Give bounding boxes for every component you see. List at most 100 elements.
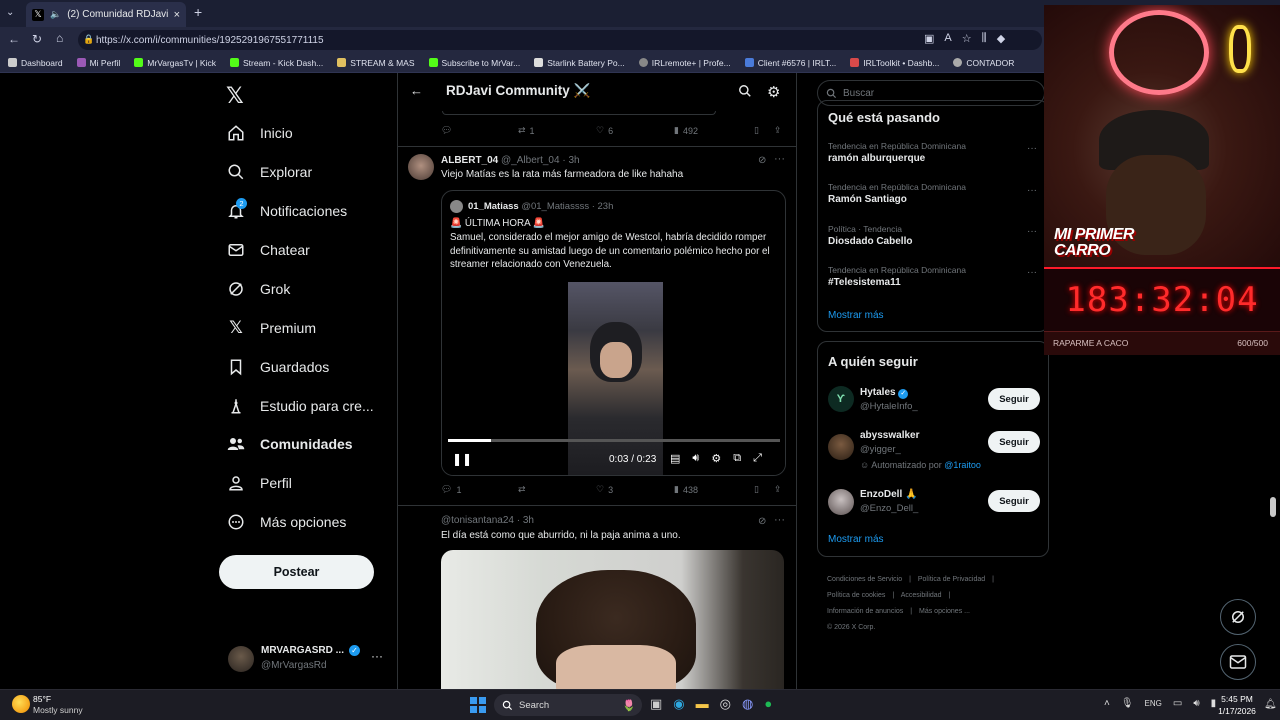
more-icon[interactable]: ···: [1027, 143, 1037, 154]
footer-link[interactable]: Información de anuncios: [827, 608, 903, 615]
pause-icon[interactable]: ❚❚: [452, 452, 472, 466]
nav-mas-opciones[interactable]: Más opciones: [226, 512, 346, 532]
search-icon[interactable]: [738, 84, 752, 98]
bookmark-item[interactable]: MrVargasTv | Kick: [134, 58, 216, 68]
file-explorer-icon[interactable]: ▬: [696, 696, 709, 712]
share-action[interactable]: ⇪: [774, 125, 782, 136]
show-more-link[interactable]: Mostrar más: [828, 310, 884, 321]
follow-button[interactable]: Seguir: [988, 431, 1040, 453]
views-action[interactable]: ▮ 438: [674, 484, 698, 495]
follow-name[interactable]: Hytales ✓: [860, 387, 909, 399]
read-aloud-icon[interactable]: ▣: [924, 32, 934, 45]
author-name[interactable]: ALBERT_04: [441, 155, 498, 166]
task-view-icon[interactable]: ▣: [650, 696, 662, 712]
microphone-icon[interactable]: 🎙︎: [1121, 698, 1134, 709]
reply-action[interactable]: 💬︎ 1: [441, 484, 461, 495]
url-field[interactable]: 🔒 https://x.com/i/communities/1925291967…: [78, 30, 1042, 50]
footer-link[interactable]: Política de cookies: [827, 592, 885, 599]
avatar[interactable]: [408, 154, 434, 180]
favorite-star-icon[interactable]: ☆: [962, 32, 972, 45]
repost-action[interactable]: ⇄: [518, 484, 530, 495]
nav-comunidades[interactable]: Comunidades: [226, 434, 353, 454]
avatar[interactable]: [828, 434, 854, 460]
back-arrow-icon[interactable]: ←: [410, 83, 423, 98]
mute-icon[interactable]: 🔈: [50, 9, 61, 20]
trend-item[interactable]: Tendencia en República Dominicana ramón …: [828, 141, 1043, 164]
refresh-icon[interactable]: ↻: [32, 32, 42, 46]
bookmark-item[interactable]: IRLremote+ | Profe...: [638, 58, 731, 68]
nav-notificaciones[interactable]: 2 Notificaciones: [226, 198, 347, 221]
bookmark-item[interactable]: Client #6576 | IRLT...: [744, 58, 836, 68]
discord-icon[interactable]: ◍: [742, 696, 753, 712]
footer-link[interactable]: Más opciones ...: [919, 608, 970, 615]
author-handle[interactable]: @tonisantana24: [441, 515, 514, 526]
translate-icon[interactable]: A: [944, 32, 951, 45]
follow-button[interactable]: Seguir: [988, 388, 1040, 410]
grok-icon[interactable]: ⊘: [758, 516, 766, 527]
more-icon[interactable]: ···: [1027, 226, 1037, 237]
weather-temp[interactable]: 85°F: [33, 694, 51, 704]
footer-link[interactable]: Accesibilidad: [901, 592, 942, 599]
more-icon[interactable]: ···: [371, 649, 383, 663]
account-switcher[interactable]: MRVARGASRD ... ✓ @MrVargasRd ···: [226, 643, 386, 677]
captions-icon[interactable]: ▤: [670, 452, 680, 465]
author-handle[interactable]: @_Albert_04: [501, 155, 560, 166]
post-image[interactable]: [441, 550, 784, 689]
language-indicator[interactable]: ENG: [1145, 699, 1162, 709]
video-scrubber[interactable]: [448, 439, 780, 442]
nav-chatear[interactable]: Chatear: [226, 240, 310, 260]
follow-name[interactable]: abysswalker: [860, 430, 920, 441]
tray-chevron-icon[interactable]: ˄: [1104, 698, 1110, 709]
trend-item[interactable]: Tendencia en República Dominicana Ramón …: [828, 182, 1043, 205]
x-logo-icon[interactable]: 𝕏: [226, 83, 244, 109]
spotify-icon[interactable]: ●: [764, 696, 772, 712]
extension-icon[interactable]: ◆: [997, 32, 1005, 45]
notification-bell-icon[interactable]: 🔔︎: [1264, 699, 1277, 710]
messages-float-button[interactable]: [1220, 644, 1256, 680]
bookmark-item[interactable]: Mi Perfil: [76, 58, 120, 68]
settings-gear-icon[interactable]: ⚙: [767, 83, 780, 101]
pip-icon[interactable]: ⧉: [733, 452, 741, 465]
avatar[interactable]: [828, 489, 854, 515]
footer-link[interactable]: Política de Privacidad: [918, 576, 985, 583]
volume-icon[interactable]: 🔊︎: [692, 452, 699, 465]
trend-item[interactable]: Tendencia en República Dominicana #Teles…: [828, 265, 1043, 288]
nav-guardados[interactable]: Guardados: [226, 357, 329, 377]
post-button[interactable]: Postear: [219, 555, 374, 589]
settings-gear-icon[interactable]: ⚙: [711, 452, 721, 465]
network-icon[interactable]: ▭: [1173, 698, 1182, 709]
share-action[interactable]: ⇪: [774, 484, 782, 495]
more-icon[interactable]: ···: [1027, 267, 1037, 278]
nav-perfil[interactable]: Perfil: [226, 473, 292, 493]
reply-action[interactable]: 💬︎: [441, 125, 456, 136]
views-action[interactable]: ▮ 492: [674, 125, 698, 136]
new-tab-icon[interactable]: +: [194, 4, 202, 20]
quoted-post[interactable]: 01_Matiass @01_Matiassss · 23h 🚨 ÚLTIMA …: [441, 190, 786, 476]
tab-list-icon[interactable]: ⌄: [6, 7, 18, 19]
nav-grok[interactable]: Grok: [226, 279, 290, 299]
bookmark-folder[interactable]: STREAM & MAS: [337, 58, 415, 68]
nav-estudio[interactable]: Estudio para cre...: [226, 396, 374, 416]
more-icon[interactable]: ···: [774, 153, 785, 165]
browser-tab[interactable]: 𝕏 🔈 (2) Comunidad RDJavi Commu ×: [26, 2, 186, 27]
automated-by-link[interactable]: @1raitoo: [944, 460, 981, 470]
like-action[interactable]: ♡ 3: [596, 484, 613, 495]
follow-name[interactable]: EnzoDell 🙏: [860, 489, 917, 500]
repost-action[interactable]: ⇄ 1: [518, 125, 535, 136]
grok-float-button[interactable]: [1220, 599, 1256, 635]
more-icon[interactable]: ···: [774, 514, 785, 526]
like-action[interactable]: ♡ 6: [596, 125, 613, 136]
bookmark-item[interactable]: IRLToolkit • Dashb...: [850, 58, 939, 68]
close-tab-icon[interactable]: ×: [174, 9, 180, 21]
obs-icon[interactable]: ◎: [720, 696, 731, 712]
bookmark-action[interactable]: ▯: [754, 484, 759, 495]
grok-icon[interactable]: ⊘: [758, 155, 766, 166]
nav-explorar[interactable]: Explorar: [226, 162, 312, 182]
home-browser-icon[interactable]: ⌂: [56, 31, 63, 45]
page-scrollbar-thumb[interactable]: [1270, 497, 1276, 517]
bookmark-item[interactable]: Dashboard: [8, 58, 63, 68]
bookmark-action[interactable]: ▯: [754, 125, 759, 136]
taskbar-search[interactable]: Search 🌷: [494, 694, 642, 716]
windows-start-icon[interactable]: [470, 697, 486, 713]
bookmark-item[interactable]: Starlink Battery Po...: [534, 58, 625, 68]
